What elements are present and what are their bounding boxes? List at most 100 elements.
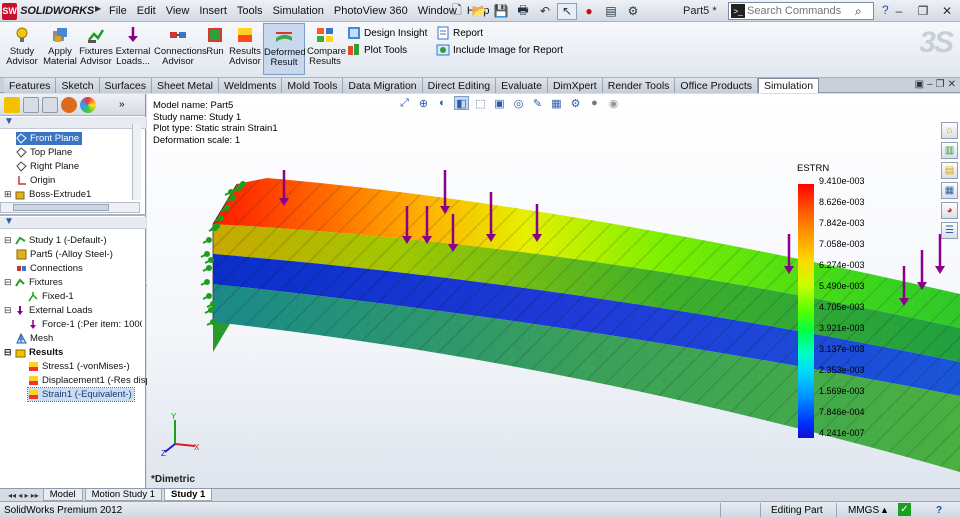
close-icon[interactable]: ✕ [936, 2, 958, 19]
menu-view[interactable]: View [161, 5, 195, 17]
save-icon[interactable]: 💾 [491, 3, 511, 20]
appearances-icon[interactable]: ◕ [941, 202, 958, 219]
status-help-icon[interactable]: ? [936, 505, 942, 516]
configuration-manager-icon[interactable] [42, 96, 58, 113]
tab-surfaces[interactable]: Surfaces [99, 78, 152, 93]
connections-advisor-button[interactable]: Connections Advisor [154, 23, 207, 75]
tab-simulation[interactable]: Simulation [758, 78, 820, 93]
tree-item-connections[interactable]: Connections [16, 262, 83, 275]
design-insight-button[interactable]: Design Insight [347, 26, 427, 40]
solidworks-logo[interactable]: SW SOLIDWORKS [2, 2, 94, 20]
open-folder-icon[interactable]: 📂 [469, 3, 489, 20]
view-palette-icon[interactable]: ▦ [941, 182, 958, 199]
hscroll-thumb[interactable] [13, 204, 109, 211]
expand-plus-icon[interactable]: ⊞ [4, 189, 13, 200]
tree-item-part[interactable]: Part5 (-Alloy Steel-) [16, 248, 113, 261]
dimxpert-manager-icon[interactable] [61, 96, 77, 113]
menu-simulation[interactable]: Simulation [268, 5, 329, 17]
menu-tools[interactable]: Tools [232, 5, 268, 17]
feature-tree-hscrollbar[interactable] [0, 202, 140, 213]
tab-study[interactable]: Study 1 [164, 489, 213, 501]
undo-icon[interactable]: ↶ [535, 3, 555, 20]
doc-minimize-icon[interactable]: – [927, 79, 933, 90]
tree-item-mesh[interactable]: Mesh [16, 332, 53, 345]
custom-properties-icon[interactable]: ☰ [941, 222, 958, 239]
tree-item-stress[interactable]: Stress1 (-vonMises-) [28, 360, 130, 373]
select-pointer-icon[interactable]: ↖ [557, 2, 577, 20]
tree-item-results[interactable]: ⊟ Results [4, 346, 63, 359]
tree-item-fixed[interactable]: Fixed-1 [28, 290, 74, 303]
tab-direct-editing[interactable]: Direct Editing [422, 78, 497, 93]
include-image-report-button[interactable]: Include Image for Report [436, 43, 563, 57]
tab-office-products[interactable]: Office Products [675, 78, 759, 93]
tree-item-study[interactable]: ⊟ Study 1 (-Default-) [4, 234, 107, 247]
compare-results-button[interactable]: Compare Results [307, 23, 346, 75]
tree-item-boss-extrude[interactable]: ⊞ Boss-Extrude1 [4, 188, 91, 201]
new-document-icon[interactable]: 🗋 [447, 3, 467, 20]
tab-features[interactable]: Features [4, 78, 57, 93]
study-advisor-button[interactable]: Study Advisor [4, 23, 40, 75]
filter-icon[interactable]: ▼ [4, 116, 14, 127]
feature-tree-filter[interactable]: ▼ [0, 116, 146, 129]
property-manager-icon[interactable] [23, 96, 39, 113]
tab-sketch[interactable]: Sketch [56, 78, 100, 93]
menu-insert[interactable]: Insert [194, 5, 232, 17]
tree-item-strain[interactable]: Strain1 (-Equivalent-) [27, 387, 135, 402]
tree-item-front-plane[interactable]: Front Plane [16, 132, 83, 145]
tab-dimxpert[interactable]: DimXpert [547, 78, 603, 93]
feature-manager-icon[interactable] [4, 96, 20, 113]
tree-item-origin[interactable]: Origin [16, 174, 55, 187]
panel-more-icon[interactable]: » [119, 99, 125, 110]
panel-splitter[interactable] [0, 214, 146, 216]
apply-material-button[interactable]: Apply Material [43, 23, 77, 75]
tree-item-fixtures[interactable]: ⊟ Fixtures [4, 276, 63, 289]
study-tree-filter[interactable]: ▼ [0, 216, 146, 229]
tree-item-top-plane[interactable]: Top Plane [16, 146, 72, 159]
tab-motion-study[interactable]: Motion Study 1 [84, 489, 163, 501]
results-advisor-button[interactable]: Results Advisor [229, 23, 261, 75]
tree-item-external-loads[interactable]: ⊟ External Loads [4, 304, 92, 317]
menu-file[interactable]: File [104, 5, 132, 17]
solidworks-resources-icon[interactable]: ⌂ [941, 122, 958, 139]
file-explorer-icon[interactable]: ▤ [941, 162, 958, 179]
tab-render-tools[interactable]: Render Tools [602, 78, 676, 93]
rebuild-traffic-light-icon[interactable]: ● [579, 3, 599, 20]
tab-evaluate[interactable]: Evaluate [496, 78, 548, 93]
filter-icon[interactable]: ▼ [4, 216, 14, 227]
fixtures-advisor-button[interactable]: Fixtures Advisor [79, 23, 113, 75]
file-properties-icon[interactable]: ▤ [601, 3, 621, 20]
unit-system[interactable]: MMGS [848, 505, 879, 516]
doc-restore-icon[interactable]: ❐ [936, 79, 945, 90]
restore-icon[interactable]: ❐ [912, 2, 934, 19]
tile-icon[interactable]: ▣ [915, 79, 924, 90]
tab-sheet-metal[interactable]: Sheet Metal [151, 78, 220, 93]
collapse-minus-icon[interactable]: ⊟ [4, 347, 13, 358]
tab-model[interactable]: Model [42, 489, 83, 501]
feature-tree-scrollbar[interactable] [132, 124, 141, 200]
doc-close-icon[interactable]: ✕ [948, 79, 956, 90]
tab-weldments[interactable]: Weldments [219, 78, 283, 93]
tree-item-displacement[interactable]: Displacement1 (-Res disp-) [28, 374, 157, 387]
deformed-result-button[interactable]: Deformed Result [263, 23, 306, 75]
collapse-minus-icon[interactable]: ⊟ [4, 305, 13, 316]
minimize-icon[interactable]: – [888, 2, 910, 19]
tab-mold-tools[interactable]: Mold Tools [282, 78, 344, 93]
tree-item-force[interactable]: Force-1 (:Per item: 10000 N:) [28, 318, 142, 331]
search-icon[interactable]: ⌕ [855, 4, 862, 19]
design-library-icon[interactable]: ▥ [941, 142, 958, 159]
menu-photoview[interactable]: PhotoView 360 [329, 5, 413, 17]
menu-expand-icon[interactable]: ▶ [95, 4, 101, 13]
collapse-minus-icon[interactable]: ⊟ [4, 235, 13, 246]
print-icon[interactable]: 🖶 [513, 3, 533, 20]
run-button[interactable]: Run [204, 23, 226, 75]
search-commands-input[interactable] [747, 5, 855, 17]
collapse-minus-icon[interactable]: ⊟ [4, 277, 13, 288]
report-button[interactable]: Report [436, 26, 483, 40]
external-loads-button[interactable]: External Loads... [115, 23, 151, 75]
graphics-area[interactable]: Model name: Part5 Study name: Study 1 Pl… [147, 94, 960, 488]
options-gear-icon[interactable]: ⚙ [623, 3, 643, 20]
menu-edit[interactable]: Edit [132, 5, 161, 17]
tab-data-migration[interactable]: Data Migration [343, 78, 423, 93]
tree-item-right-plane[interactable]: Right Plane [16, 160, 79, 173]
tab-scroll-icon[interactable]: ◂◂ ◂ ▸ ▸▸ [8, 489, 39, 501]
